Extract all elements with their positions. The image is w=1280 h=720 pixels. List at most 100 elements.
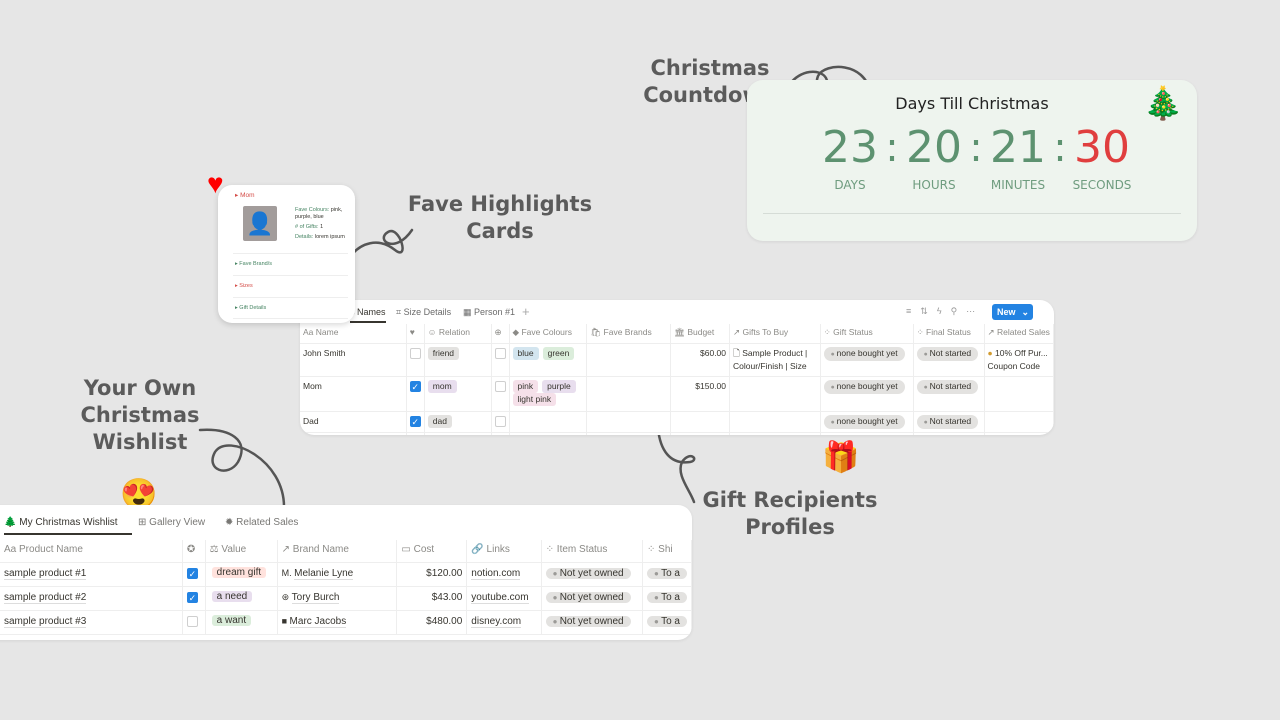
status-pill: Not started xyxy=(916,379,979,394)
checkbox[interactable]: ✓ xyxy=(409,415,421,427)
column-header[interactable]: 🏛 Budget xyxy=(670,324,731,344)
caption-line: Your Own xyxy=(83,376,197,400)
countdown-hours: 20 HOURS xyxy=(899,120,969,192)
column-header[interactable]: ⊕ xyxy=(491,324,510,344)
checkbox[interactable]: ✓ xyxy=(409,380,421,392)
chevron-down-icon[interactable]: ⌄ xyxy=(1021,304,1029,320)
tag: dream gift xyxy=(211,566,267,578)
brand-link[interactable]: Melanie Lyne xyxy=(294,567,354,580)
table-row[interactable]: sample product #3 a want ■ Marc Jacobs $480… xyxy=(0,610,692,635)
column-label: Budget xyxy=(687,327,715,337)
tree-icon: 🌲 xyxy=(4,517,17,528)
status-pill: none bought yet xyxy=(823,346,905,361)
status-pill: none bought yet xyxy=(823,379,905,394)
card-toggle-mom[interactable]: ▸ Mom xyxy=(235,191,255,199)
checkbox[interactable] xyxy=(186,615,198,627)
section-gift-details[interactable]: ▸ Gift Details xyxy=(233,297,348,319)
column-header[interactable]: Aa Product Name xyxy=(0,540,183,563)
table-row[interactable]: John Smith friend blue green $60.00 🗋 Sample … xyxy=(300,343,1054,377)
checkbox[interactable]: ✓ xyxy=(186,567,198,579)
table-cell: sample product #1 xyxy=(0,562,183,587)
crop-icon: ⌗ xyxy=(396,307,404,317)
column-header[interactable]: ♥ xyxy=(406,324,425,344)
column-label: Fave Colours xyxy=(521,327,572,337)
column-header[interactable]: ◆ Fave Colours xyxy=(509,324,588,344)
product-name[interactable]: sample product #2 xyxy=(4,591,87,604)
tab-gallery-view[interactable]: ⊞ Gallery View xyxy=(138,517,205,528)
column-header[interactable]: ⁘ Final Status xyxy=(913,324,985,344)
table-cell: none bought yet xyxy=(820,343,914,377)
tag: a want xyxy=(211,614,252,626)
gift-link[interactable]: Sample Product | Colour/Finish | Size xyxy=(733,348,807,371)
column-header[interactable]: ⁘ Gift Status xyxy=(820,324,914,344)
product-name[interactable]: sample product #3 xyxy=(4,615,87,628)
column-header[interactable]: 🔗 Links xyxy=(466,540,542,563)
brand-link[interactable]: Marc Jacobs xyxy=(289,615,347,628)
checkbox[interactable]: ✓ xyxy=(186,591,198,603)
tab-person-1[interactable]: ▦ Person #1 xyxy=(463,307,515,318)
link[interactable]: disney.com xyxy=(471,615,522,628)
tab-related-sales[interactable]: ✹ Related Sales xyxy=(225,517,298,528)
sales-link[interactable]: 10% Off Pur... Coupon Code xyxy=(988,348,1048,371)
caption-line: Cards xyxy=(466,219,534,243)
sort-icon[interactable]: ⇅ xyxy=(920,306,937,316)
table-cell: $150.00 xyxy=(670,376,731,412)
checkbox[interactable] xyxy=(494,380,506,392)
countdown-widget: Days Till Christmas 🎄 23 DAYS:20 HOURS:21 M… xyxy=(747,80,1197,241)
table-row[interactable]: Mom ✓ mom pinkpurplelight pink $150.00 none b… xyxy=(300,376,1054,412)
checkbox[interactable] xyxy=(409,347,421,359)
tag: mom xyxy=(427,379,457,393)
column-header[interactable]: ↗ Gifts To Buy xyxy=(729,324,821,344)
table-cell xyxy=(491,432,510,435)
brand-link[interactable]: Tory Burch xyxy=(291,591,340,604)
section-sizes[interactable]: ▸ Sizes xyxy=(233,275,348,296)
column-header[interactable]: ☺ Relation xyxy=(424,324,492,344)
relation-icon: ↗ xyxy=(281,544,293,555)
squiggle-recipients xyxy=(656,426,696,504)
heart-icon: ♥ xyxy=(409,327,415,337)
checkbox[interactable] xyxy=(494,347,506,359)
tag: purple xyxy=(542,379,576,393)
name-cell[interactable]: John Smith xyxy=(303,348,346,358)
countdown-days: 23 DAYS xyxy=(815,120,885,192)
column-header[interactable]: ✪ xyxy=(182,540,206,563)
column-header[interactable]: ⚖ Value xyxy=(205,540,278,563)
filter-icon[interactable]: ≡ xyxy=(906,306,920,316)
name-cell[interactable]: Mom xyxy=(303,381,322,391)
tab-my-christmas-wishlist[interactable]: 🌲 My Christmas Wishlist xyxy=(4,517,132,535)
tab-names[interactable]: s Names xyxy=(350,307,386,323)
add-view-icon[interactable]: + xyxy=(522,304,530,319)
tab-size-details[interactable]: ⌗ Size Details xyxy=(396,307,451,318)
more-icon[interactable]: ⋯ xyxy=(966,306,984,316)
product-name[interactable]: sample product #1 xyxy=(4,567,87,580)
table-row xyxy=(300,432,1054,435)
section-fave-brands[interactable]: ▸ Fave Brand/s xyxy=(233,253,348,274)
wishlist-tabs: 🌲 My Christmas Wishlist ⊞ Gallery View ✹… xyxy=(0,505,692,538)
table-row[interactable]: Dad ✓ dad none bought yet Not started xyxy=(300,411,1054,433)
new-button[interactable]: New ⌄ xyxy=(992,304,1033,320)
table-cell: ⊛ Tory Burch xyxy=(277,586,398,611)
status-pill: Not yet owned xyxy=(545,567,631,579)
name-cell[interactable]: Dad xyxy=(303,416,319,426)
checkbox[interactable] xyxy=(494,415,506,427)
search-icon[interactable]: ⚲ xyxy=(951,306,967,316)
table-row[interactable]: sample product #1 ✓ dream gift M. Melanie L… xyxy=(0,562,692,587)
column-header[interactable]: Aa Name xyxy=(300,324,407,344)
table-cell: dream gift xyxy=(205,562,278,587)
wishlist-table: Aa Product Name ✪ ⚖ Value ↗ Brand Name ▭ Co… xyxy=(0,540,692,635)
column-header[interactable]: ↗ Related Sales xyxy=(984,324,1054,344)
automation-icon[interactable]: ϟ xyxy=(937,306,951,316)
minutes-label: MINUTES xyxy=(990,178,1046,192)
link[interactable]: notion.com xyxy=(471,567,521,580)
status-pill: none bought yet xyxy=(823,414,905,429)
relation-icon: ↗ xyxy=(987,327,998,337)
column-header[interactable]: ↗ Brand Name xyxy=(277,540,398,563)
link[interactable]: youtube.com xyxy=(471,591,529,604)
column-header[interactable]: ⁘ Item Status xyxy=(541,540,644,563)
column-header[interactable]: ⁘ Shi xyxy=(642,540,692,563)
column-header[interactable]: ▭ Cost xyxy=(396,540,468,563)
column-header[interactable]: 🛍 Fave Brands xyxy=(586,324,672,344)
table-row[interactable]: sample product #2 ✓ a need ⊛ Tory Burch $43.… xyxy=(0,586,692,611)
recipients-toolbar: s Names ⌗ Size Details ▦ Person #1 + ≡⇅ϟ… xyxy=(300,300,1054,324)
bank-icon: 🏛 xyxy=(674,327,688,337)
